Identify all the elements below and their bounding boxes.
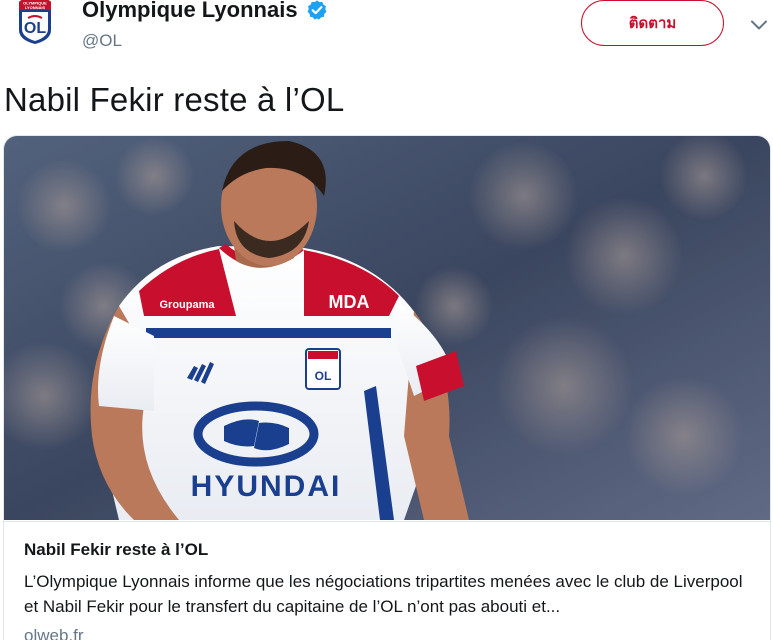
card-description: L’Olympique Lyonnais informe que les nég…: [24, 572, 743, 616]
link-card[interactable]: OL HYUNDAI Groupama MDA Nabil Fekir rest…: [3, 135, 771, 640]
card-image[interactable]: OL HYUNDAI Groupama MDA: [4, 136, 770, 520]
name-row: Olympique Lyonnais: [82, 0, 328, 24]
chevron-down-icon[interactable]: [748, 14, 770, 36]
jersey-sleeve: Groupama: [159, 299, 215, 311]
account-handle[interactable]: @OL: [82, 31, 122, 51]
player-photo: OL HYUNDAI Groupama MDA: [4, 136, 770, 520]
tweet-header: OLYMPIQUE LYONNAIS OL Olympique Lyonnais…: [0, 0, 773, 64]
card-title: Nabil Fekir reste à l’OL: [24, 540, 209, 559]
avatar[interactable]: OLYMPIQUE LYONNAIS OL: [10, 0, 60, 46]
avatar-text-mid: LYONNAIS: [25, 5, 46, 10]
svg-text:OL: OL: [315, 369, 332, 383]
jersey-sponsor: HYUNDAI: [191, 470, 342, 503]
tweet: OLYMPIQUE LYONNAIS OL Olympique Lyonnais…: [0, 0, 773, 640]
avatar-monogram: OL: [24, 20, 46, 37]
jersey-chest: MDA: [329, 292, 370, 312]
card-domain: olweb.fr: [24, 626, 84, 640]
verified-badge-icon: [307, 0, 327, 20]
card-body: Nabil Fekir reste à l’OL L’Olympique Lyo…: [4, 521, 770, 640]
display-name[interactable]: Olympique Lyonnais: [82, 0, 298, 24]
ol-crest-icon: OLYMPIQUE LYONNAIS OL: [17, 0, 53, 44]
follow-button[interactable]: ติดตาม: [581, 0, 724, 46]
tweet-text: Nabil Fekir reste à l’OL: [4, 81, 345, 118]
